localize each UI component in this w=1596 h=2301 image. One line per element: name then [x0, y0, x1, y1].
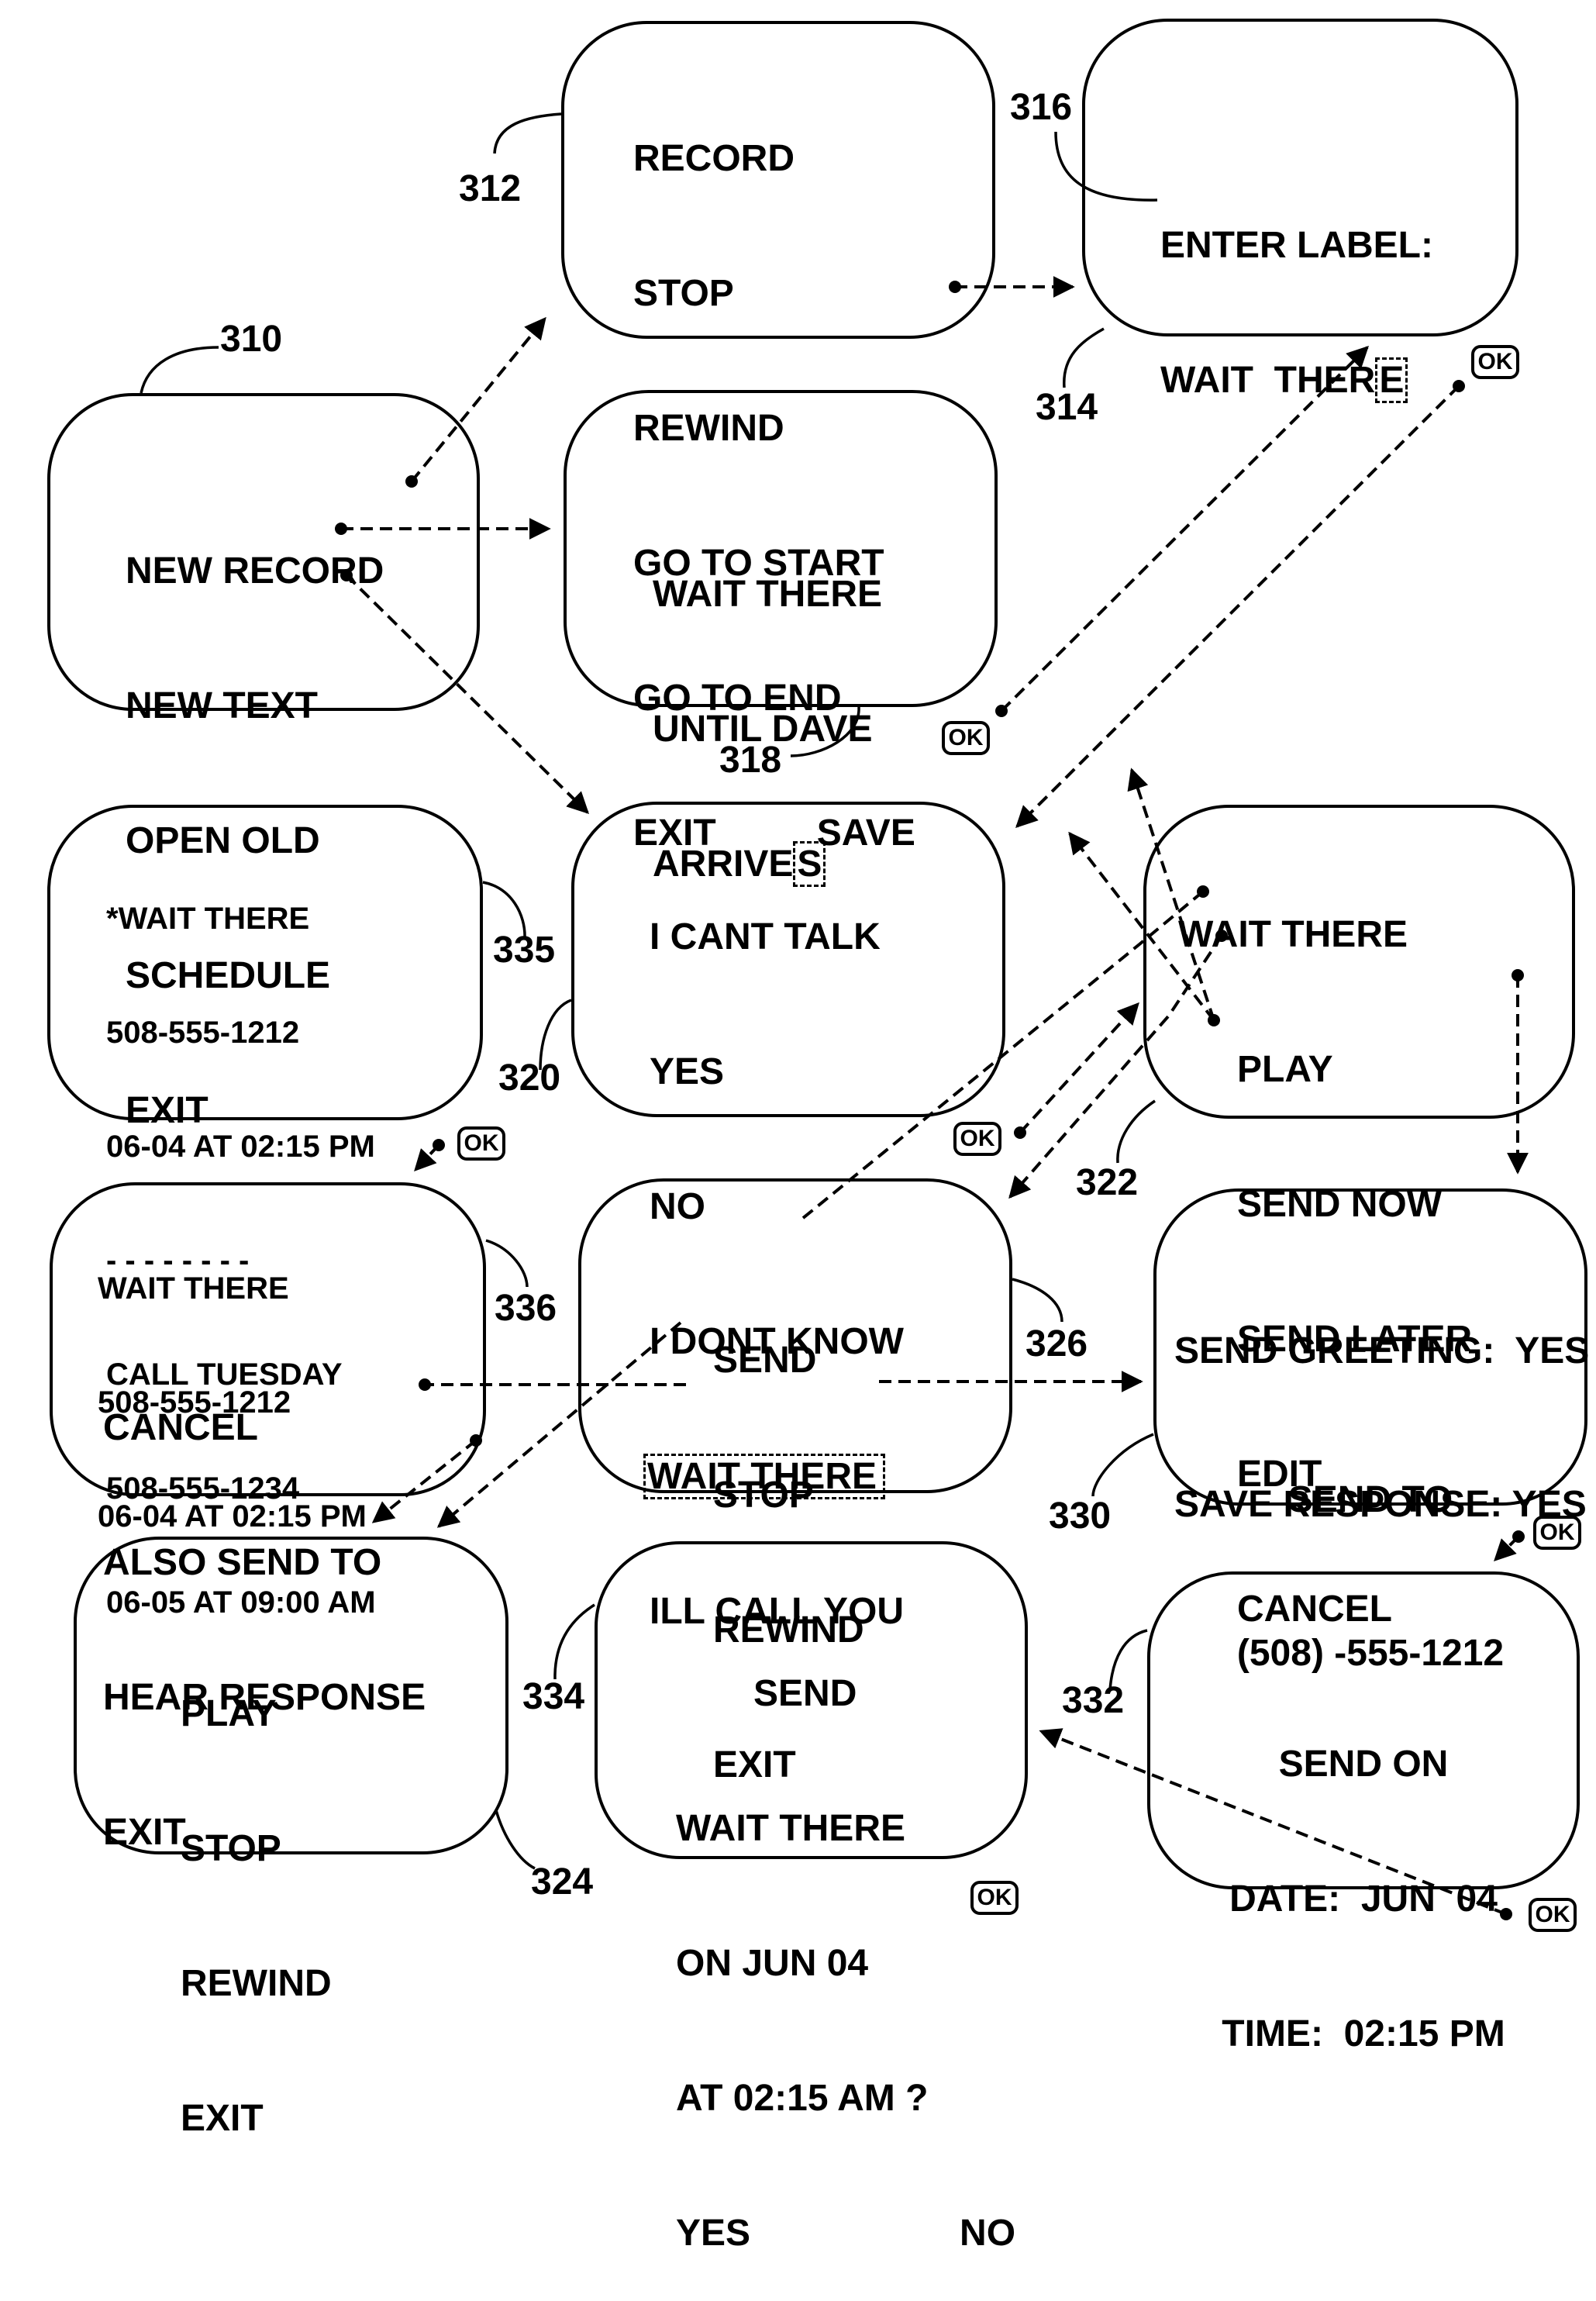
leader-312 — [493, 112, 562, 154]
menu-314: ENTER LABEL: WAIT THER E — [1160, 133, 1433, 448]
ok-button-335[interactable]: OK — [457, 1126, 505, 1161]
menu-332: SEND ON DATE: JUN 04 TIME: 02:15 PM — [1147, 1652, 1580, 2102]
enter-label-title: ENTER LABEL: — [1160, 225, 1433, 266]
no-button[interactable]: NO — [960, 2213, 1015, 2254]
ok-button-330[interactable]: OK — [1533, 1516, 1581, 1550]
confirm-time: AT 02:15 AM ? — [676, 2078, 929, 2119]
response-item[interactable]: I CANT TALK — [650, 915, 904, 960]
menu-item-new-text[interactable]: NEW TEXT — [126, 684, 384, 729]
confirm-message: WAIT THERE — [676, 1808, 905, 1849]
leader-314 — [1063, 327, 1105, 388]
text-line-1: WAIT THERE — [653, 574, 882, 615]
ok-button-320[interactable]: OK — [953, 1122, 1001, 1156]
schedule-time[interactable]: TIME: 02:15 PM — [1147, 2012, 1580, 2057]
menu-324: PLAY STOP REWIND EXIT — [181, 1602, 332, 2186]
schedule-title: SEND ON — [1278, 1744, 1449, 1785]
list-item-phone: 508-555-1212 — [106, 1016, 300, 1050]
ref-312: 312 — [459, 168, 522, 209]
ref-326: 326 — [1026, 1323, 1088, 1364]
menu-item-new-record[interactable]: NEW RECORD — [126, 549, 384, 594]
ref-324: 324 — [531, 1861, 594, 1903]
ref-318: 318 — [719, 740, 782, 781]
ref-330: 330 — [1049, 1495, 1112, 1537]
ref-320: 320 — [498, 1057, 561, 1099]
menu-item-send[interactable]: SEND — [713, 1338, 864, 1383]
yes-button[interactable]: YES — [676, 2213, 750, 2254]
leader-322 — [1116, 1099, 1156, 1164]
menu-item-exit[interactable]: EXIT — [181, 2096, 332, 2141]
label-input-value[interactable]: WAIT THER — [1160, 360, 1375, 401]
leader-324 — [495, 1809, 536, 1870]
message-title: WAIT THERE — [98, 1271, 289, 1306]
dot-314-ok — [1453, 380, 1465, 392]
ref-314: 314 — [1036, 387, 1098, 428]
text-cursor: E — [1375, 357, 1408, 403]
dot-335-ok — [433, 1139, 445, 1151]
ref-310: 310 — [220, 319, 283, 360]
ref-334: 334 — [522, 1676, 585, 1717]
ok-button-318[interactable]: OK — [942, 721, 990, 755]
list-item-title[interactable]: *WAIT THERE — [106, 900, 376, 938]
menu-item-stop[interactable]: STOP — [181, 1827, 332, 1872]
action-menu-title: WAIT THERE — [1178, 914, 1408, 955]
list-item-datetime: 06-04 AT 02:15 PM — [106, 1130, 375, 1164]
ok-button-334[interactable]: OK — [970, 1881, 1019, 1915]
option-send-greeting[interactable]: SEND GREETING: YES — [1174, 1326, 1589, 1377]
menu-item-record[interactable]: RECORD — [633, 136, 915, 181]
confirm-date: ON JUN 04 — [676, 1943, 869, 1984]
dot-320-ok — [1014, 1126, 1026, 1139]
menu-item-play[interactable]: PLAY — [181, 1692, 332, 1737]
leader-330 — [1091, 1433, 1154, 1497]
send-to-label: SEND TO — [1287, 1479, 1453, 1520]
arrow-314-ok-to-320 — [1015, 385, 1460, 828]
ok-button-332[interactable]: OK — [1529, 1898, 1577, 1932]
ref-332: 332 — [1062, 1680, 1125, 1721]
ref-316: 316 — [1010, 87, 1073, 128]
menu-item-play[interactable]: PLAY — [1178, 1047, 1472, 1092]
menu-item-stop[interactable]: STOP — [633, 271, 915, 316]
leader-326 — [1012, 1278, 1063, 1323]
response-item[interactable]: YES — [650, 1050, 904, 1095]
leader-310 — [140, 346, 219, 394]
confirm-title: SEND — [753, 1673, 857, 1714]
dot-318-ok — [995, 705, 1008, 717]
leader-336 — [485, 1239, 529, 1288]
menu-item-cancel[interactable]: CANCEL — [103, 1406, 426, 1451]
menu-334: SEND WAIT THERE ON JUN 04 AT 02:15 AM ? … — [676, 1582, 1015, 2301]
menu-item-stop[interactable]: STOP — [713, 1473, 864, 1518]
ok-button-314[interactable]: OK — [1471, 345, 1519, 379]
schedule-date[interactable]: DATE: JUN 04 — [1147, 1877, 1580, 1922]
ref-322: 322 — [1076, 1162, 1139, 1203]
ref-336: 336 — [495, 1288, 557, 1329]
ref-335: 335 — [493, 930, 556, 971]
menu-item-rewind[interactable]: REWIND — [181, 1961, 332, 2006]
leader-334 — [553, 1603, 595, 1680]
arrow-320-ok-to-322 — [1019, 1002, 1139, 1134]
